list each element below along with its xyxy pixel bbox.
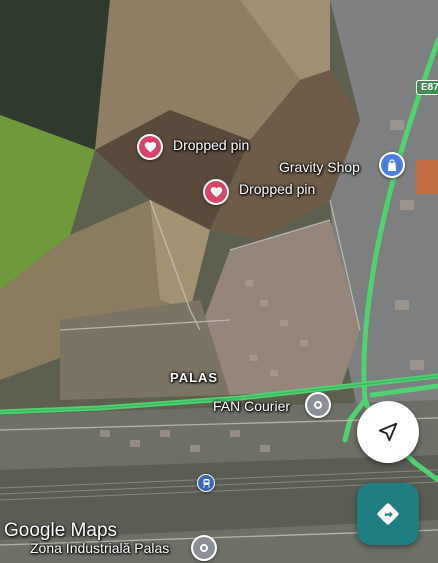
dropped-pin-marker[interactable]	[137, 134, 163, 160]
recenter-button[interactable]	[357, 401, 419, 463]
location-icon	[314, 401, 322, 409]
location-icon	[200, 544, 208, 552]
palas-area-label: PALAS	[170, 370, 219, 385]
dropped-pin-label[interactable]: Dropped pin	[173, 137, 249, 153]
fan-courier-label[interactable]: FAN Courier	[213, 398, 290, 414]
shopping-bag-icon	[388, 158, 396, 171]
gravity-shop-marker[interactable]	[379, 152, 405, 178]
train-icon	[202, 479, 210, 488]
google-maps-watermark: Google Maps	[4, 520, 118, 541]
zona-industriala-label[interactable]: Zona Industrială Palas	[30, 540, 169, 556]
directions-button[interactable]	[357, 483, 419, 545]
pin-heart-bg	[139, 136, 161, 158]
heart-icon	[210, 187, 222, 198]
road-shield-e87: E87	[416, 80, 438, 95]
dropped-pin-label[interactable]: Dropped pin	[239, 181, 315, 197]
navigation-arrow-icon	[378, 422, 398, 442]
pin-heart-bg	[205, 181, 227, 203]
fan-courier-marker[interactable]	[305, 392, 331, 418]
train-station-marker[interactable]	[197, 474, 215, 492]
dropped-pin-marker[interactable]	[203, 179, 229, 205]
directions-icon	[377, 503, 399, 525]
gravity-shop-label[interactable]: Gravity Shop	[279, 159, 360, 175]
zona-industriala-marker[interactable]	[191, 535, 217, 561]
heart-icon	[144, 142, 156, 153]
satellite-map[interactable]	[0, 0, 438, 563]
